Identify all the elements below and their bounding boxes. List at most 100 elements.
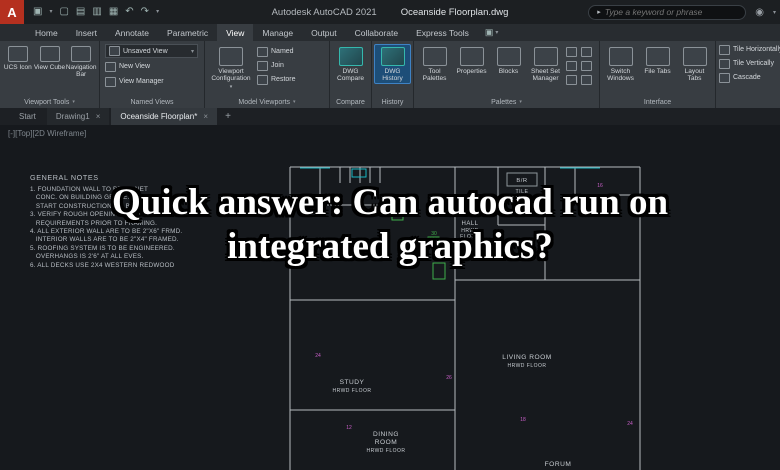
search-input[interactable]	[604, 7, 738, 17]
panel-label-history[interactable]: History	[372, 96, 413, 108]
tab-output[interactable]: Output	[302, 24, 346, 41]
sheet-set-manager-button[interactable]: Sheet Set Manager	[527, 44, 564, 84]
palette-extra-icon[interactable]	[581, 75, 592, 85]
button-label: Navigation Bar	[65, 64, 97, 78]
panel-label-text: Palettes	[491, 98, 517, 106]
featured-apps-icon: ▣	[484, 27, 494, 37]
tab-collaborate[interactable]: Collaborate	[346, 24, 407, 41]
panel-label-named-views[interactable]: Named Views	[100, 96, 204, 108]
palette-extra-icon[interactable]	[566, 61, 577, 71]
switch-windows-button[interactable]: Switch Windows	[602, 44, 639, 84]
file-tab-label: Start	[19, 112, 36, 121]
switch-windows-icon	[608, 47, 633, 66]
layout-tabs-button[interactable]: Layout Tabs	[676, 44, 713, 84]
tile-vertically-button[interactable]: Tile Vertically	[719, 57, 780, 70]
blocks-button[interactable]: Blocks	[490, 44, 527, 77]
quick-access-toolbar: ▣ ▾ ▢ ▤ ▥ ▦ ↶ ↷ ▾	[33, 7, 159, 17]
button-label: Tile Horizontally	[733, 46, 780, 53]
chevron-down-icon: ▾	[495, 30, 499, 36]
palette-extra-icon[interactable]	[581, 61, 592, 71]
restore-viewport-icon	[257, 74, 268, 85]
restore-viewport-button[interactable]: Restore	[257, 73, 296, 86]
new-view-icon	[105, 61, 116, 72]
chevron-down-icon[interactable]: ▾	[156, 9, 159, 15]
button-label: File Tabs	[644, 68, 671, 75]
properties-button[interactable]: Properties	[453, 44, 490, 77]
panel-label-text: History	[381, 98, 404, 106]
chevron-down-icon[interactable]: ▾	[49, 9, 52, 15]
tile-vertically-icon	[719, 58, 730, 69]
file-tab-drawing1[interactable]: Drawing1 ×	[46, 108, 110, 125]
headline-line1: Quick answer: Can autocad run on	[111, 182, 669, 223]
dwg-compare-button[interactable]: DWG Compare	[332, 44, 369, 84]
tab-manage[interactable]: Manage	[253, 24, 302, 41]
tool-palettes-button[interactable]: Tool Palettes	[416, 44, 453, 84]
tab-parametric[interactable]: Parametric	[158, 24, 217, 41]
panel-label-compare[interactable]: Compare	[330, 96, 371, 108]
open-icon[interactable]: ▤	[76, 7, 85, 17]
panel-label-interface[interactable]: Interface	[600, 96, 715, 108]
file-tabs-button[interactable]: File Tabs	[639, 44, 676, 77]
join-viewport-button[interactable]: Join	[257, 59, 296, 72]
redo-icon[interactable]: ↷	[141, 7, 149, 17]
featured-apps-tab[interactable]: ▣ ▾	[478, 24, 506, 41]
tab-express-tools[interactable]: Express Tools	[407, 24, 478, 41]
view-cube-button[interactable]: View Cube	[34, 44, 66, 71]
cascade-button[interactable]: Cascade	[719, 71, 780, 84]
button-label: Cascade	[733, 74, 761, 81]
chevron-down-icon[interactable]: ▾	[773, 9, 776, 16]
new-drawing-tab-button[interactable]: +	[219, 108, 237, 125]
tab-annotate[interactable]: Annotate	[106, 24, 158, 41]
search-box[interactable]: ▸	[588, 4, 747, 20]
properties-icon	[459, 47, 484, 66]
tab-view[interactable]: View	[217, 24, 254, 41]
named-viewport-button[interactable]: Named	[257, 45, 296, 58]
tab-insert[interactable]: Insert	[67, 24, 106, 41]
file-tab-oceanside-floorplan[interactable]: Oceanside Floorplan* ×	[111, 108, 217, 125]
undo-icon[interactable]: ↶	[125, 7, 133, 17]
save-icon[interactable]: ▥	[92, 7, 101, 17]
panel-palettes: Tool Palettes Properties Blocks Sheet Se…	[414, 41, 600, 108]
navigation-bar-button[interactable]: Navigation Bar	[65, 44, 97, 78]
close-icon[interactable]: ×	[203, 112, 208, 121]
view-manager-button[interactable]: View Manager	[105, 75, 198, 88]
dimension-label: 26	[446, 375, 452, 381]
ucs-icon-button[interactable]: UCS Icon	[2, 44, 34, 71]
chevron-down-icon: ▾	[72, 99, 75, 105]
panel-label-palettes[interactable]: Palettes ▾	[414, 96, 599, 108]
autocad-window: A ▣ ▾ ▢ ▤ ▥ ▦ ↶ ↷ ▾ Autodesk AutoCAD 202…	[0, 0, 780, 470]
workspace-icon[interactable]: ▣	[33, 7, 42, 17]
navigation-bar-icon	[71, 46, 92, 62]
palette-extra-icon[interactable]	[566, 75, 577, 85]
panel-named-views: Unsaved View ▾ New View View Manager Nam…	[100, 41, 205, 108]
panel-history: DWG History History	[372, 41, 414, 108]
button-label: Layout Tabs	[684, 68, 705, 83]
button-label: DWG Compare	[336, 68, 365, 83]
view-manager-icon	[105, 76, 116, 87]
viewport-controls[interactable]: [-][Top][2D Wireframe]	[8, 129, 86, 138]
palette-extra-icon[interactable]	[566, 47, 577, 57]
button-label: Sheet Set Manager	[531, 68, 560, 83]
tile-horizontally-button[interactable]: Tile Horizontally	[719, 43, 780, 56]
layout-tabs-icon	[682, 47, 707, 66]
model-space-canvas[interactable]: [-][Top][2D Wireframe] GENERAL NOTES 1. …	[0, 125, 780, 470]
tab-home[interactable]: Home	[26, 24, 67, 41]
palette-extra-icon[interactable]	[581, 47, 592, 57]
dimension-label: 24	[315, 353, 321, 359]
viewport-configuration-button[interactable]: Viewport Configuration ▾	[207, 44, 255, 94]
room-label: HRWD FLOOR	[332, 388, 371, 394]
dwg-history-button[interactable]: DWG History	[374, 44, 411, 85]
file-tab-start[interactable]: Start	[10, 108, 45, 125]
user-account-icon[interactable]: ◉	[755, 7, 764, 18]
autocad-logo[interactable]: A	[0, 0, 24, 24]
new-file-icon[interactable]: ▢	[59, 7, 68, 17]
plot-icon[interactable]: ▦	[109, 7, 118, 17]
dwg-history-icon	[380, 47, 405, 66]
close-icon[interactable]: ×	[96, 112, 101, 121]
panel-label-viewport-tools[interactable]: Viewport Tools ▾	[0, 96, 99, 108]
file-tabs-icon	[645, 47, 670, 66]
new-view-button[interactable]: New View	[105, 60, 198, 73]
panel-label-model-viewports[interactable]: Model Viewports ▾	[205, 96, 329, 108]
view-combo[interactable]: Unsaved View ▾	[105, 44, 198, 58]
button-label: Properties	[456, 68, 487, 75]
